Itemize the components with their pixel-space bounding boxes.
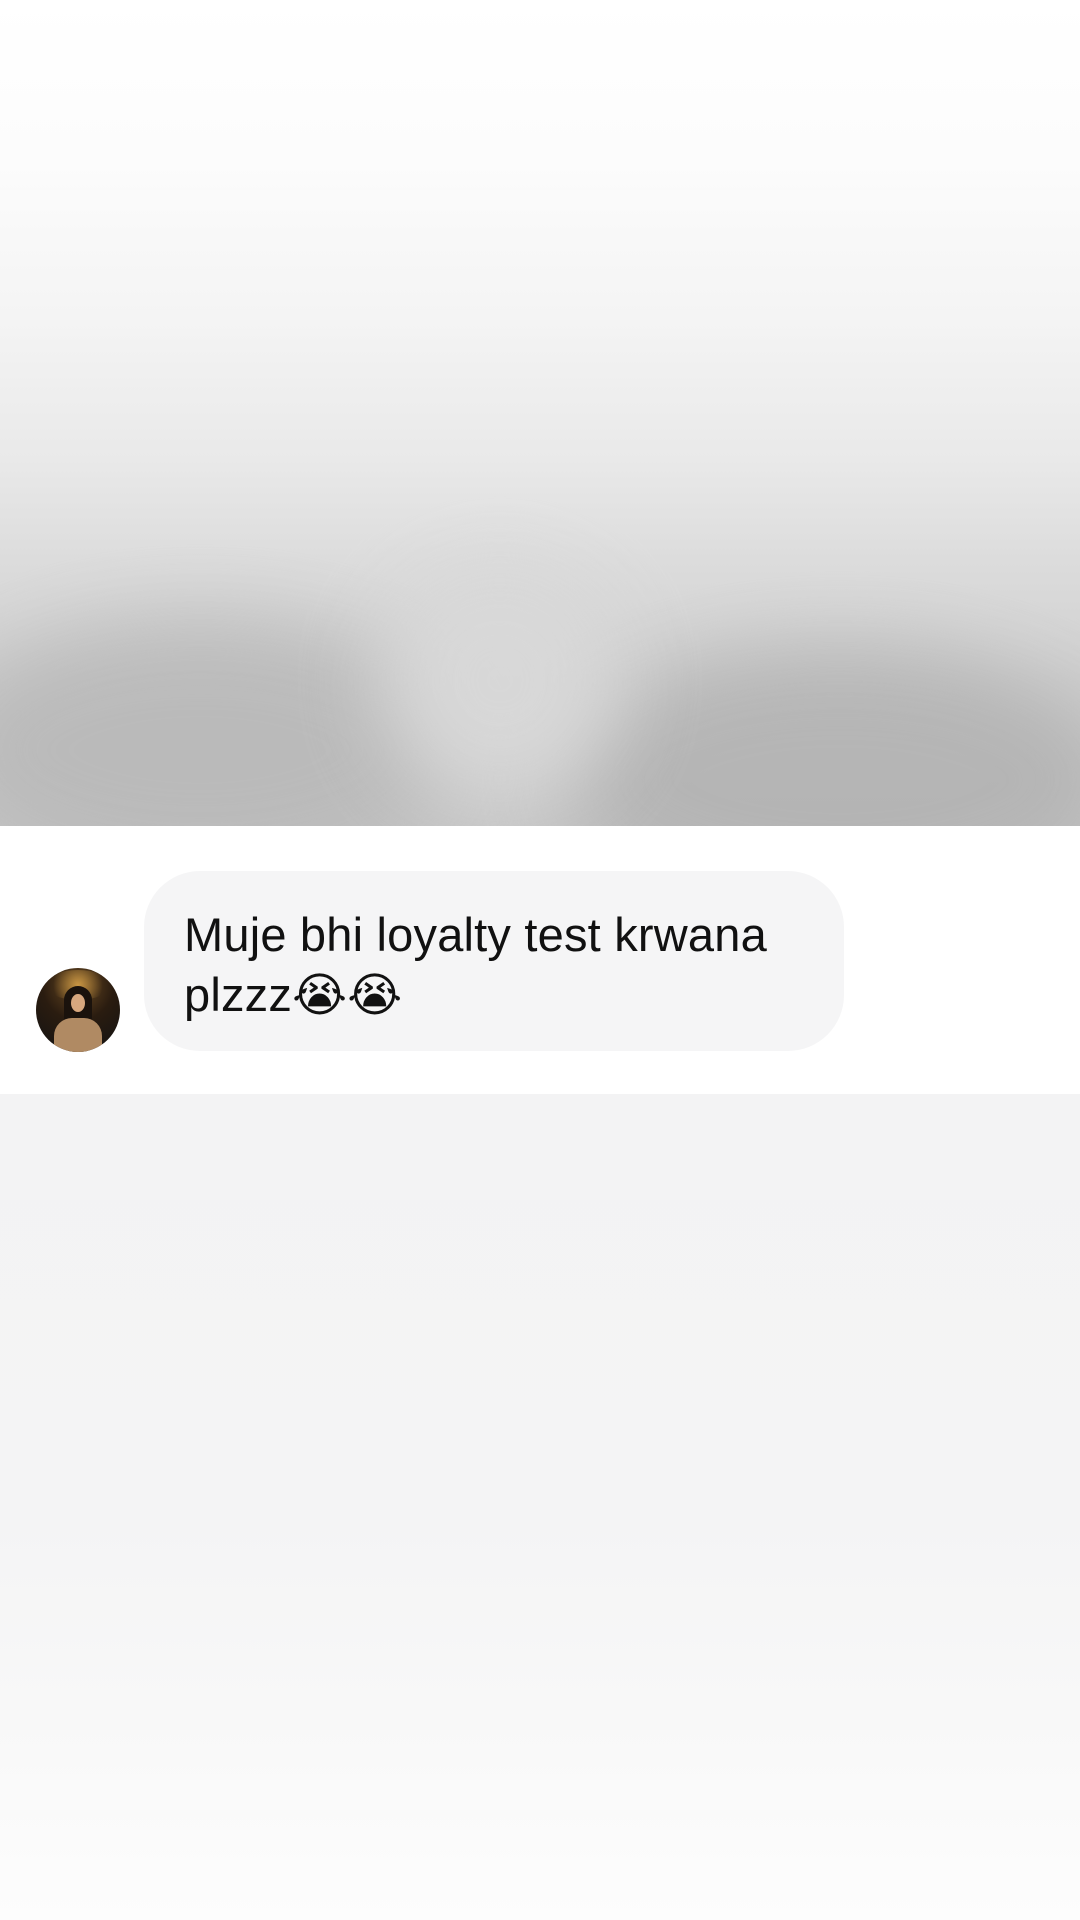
avatar-face	[71, 994, 85, 1012]
profile-avatar[interactable]	[36, 968, 120, 1052]
message-bubble[interactable]: Muje bhi loyalty test krwana plzzz😭😭	[144, 871, 844, 1051]
blur-shape	[560, 650, 1080, 826]
blurred-backdrop-top	[0, 0, 1080, 826]
avatar-coat	[54, 1018, 102, 1052]
blurred-backdrop-bottom	[0, 1094, 1080, 1920]
message-text: Muje bhi loyalty test krwana plzzz😭😭	[184, 908, 767, 1021]
blur-shape	[380, 560, 620, 800]
